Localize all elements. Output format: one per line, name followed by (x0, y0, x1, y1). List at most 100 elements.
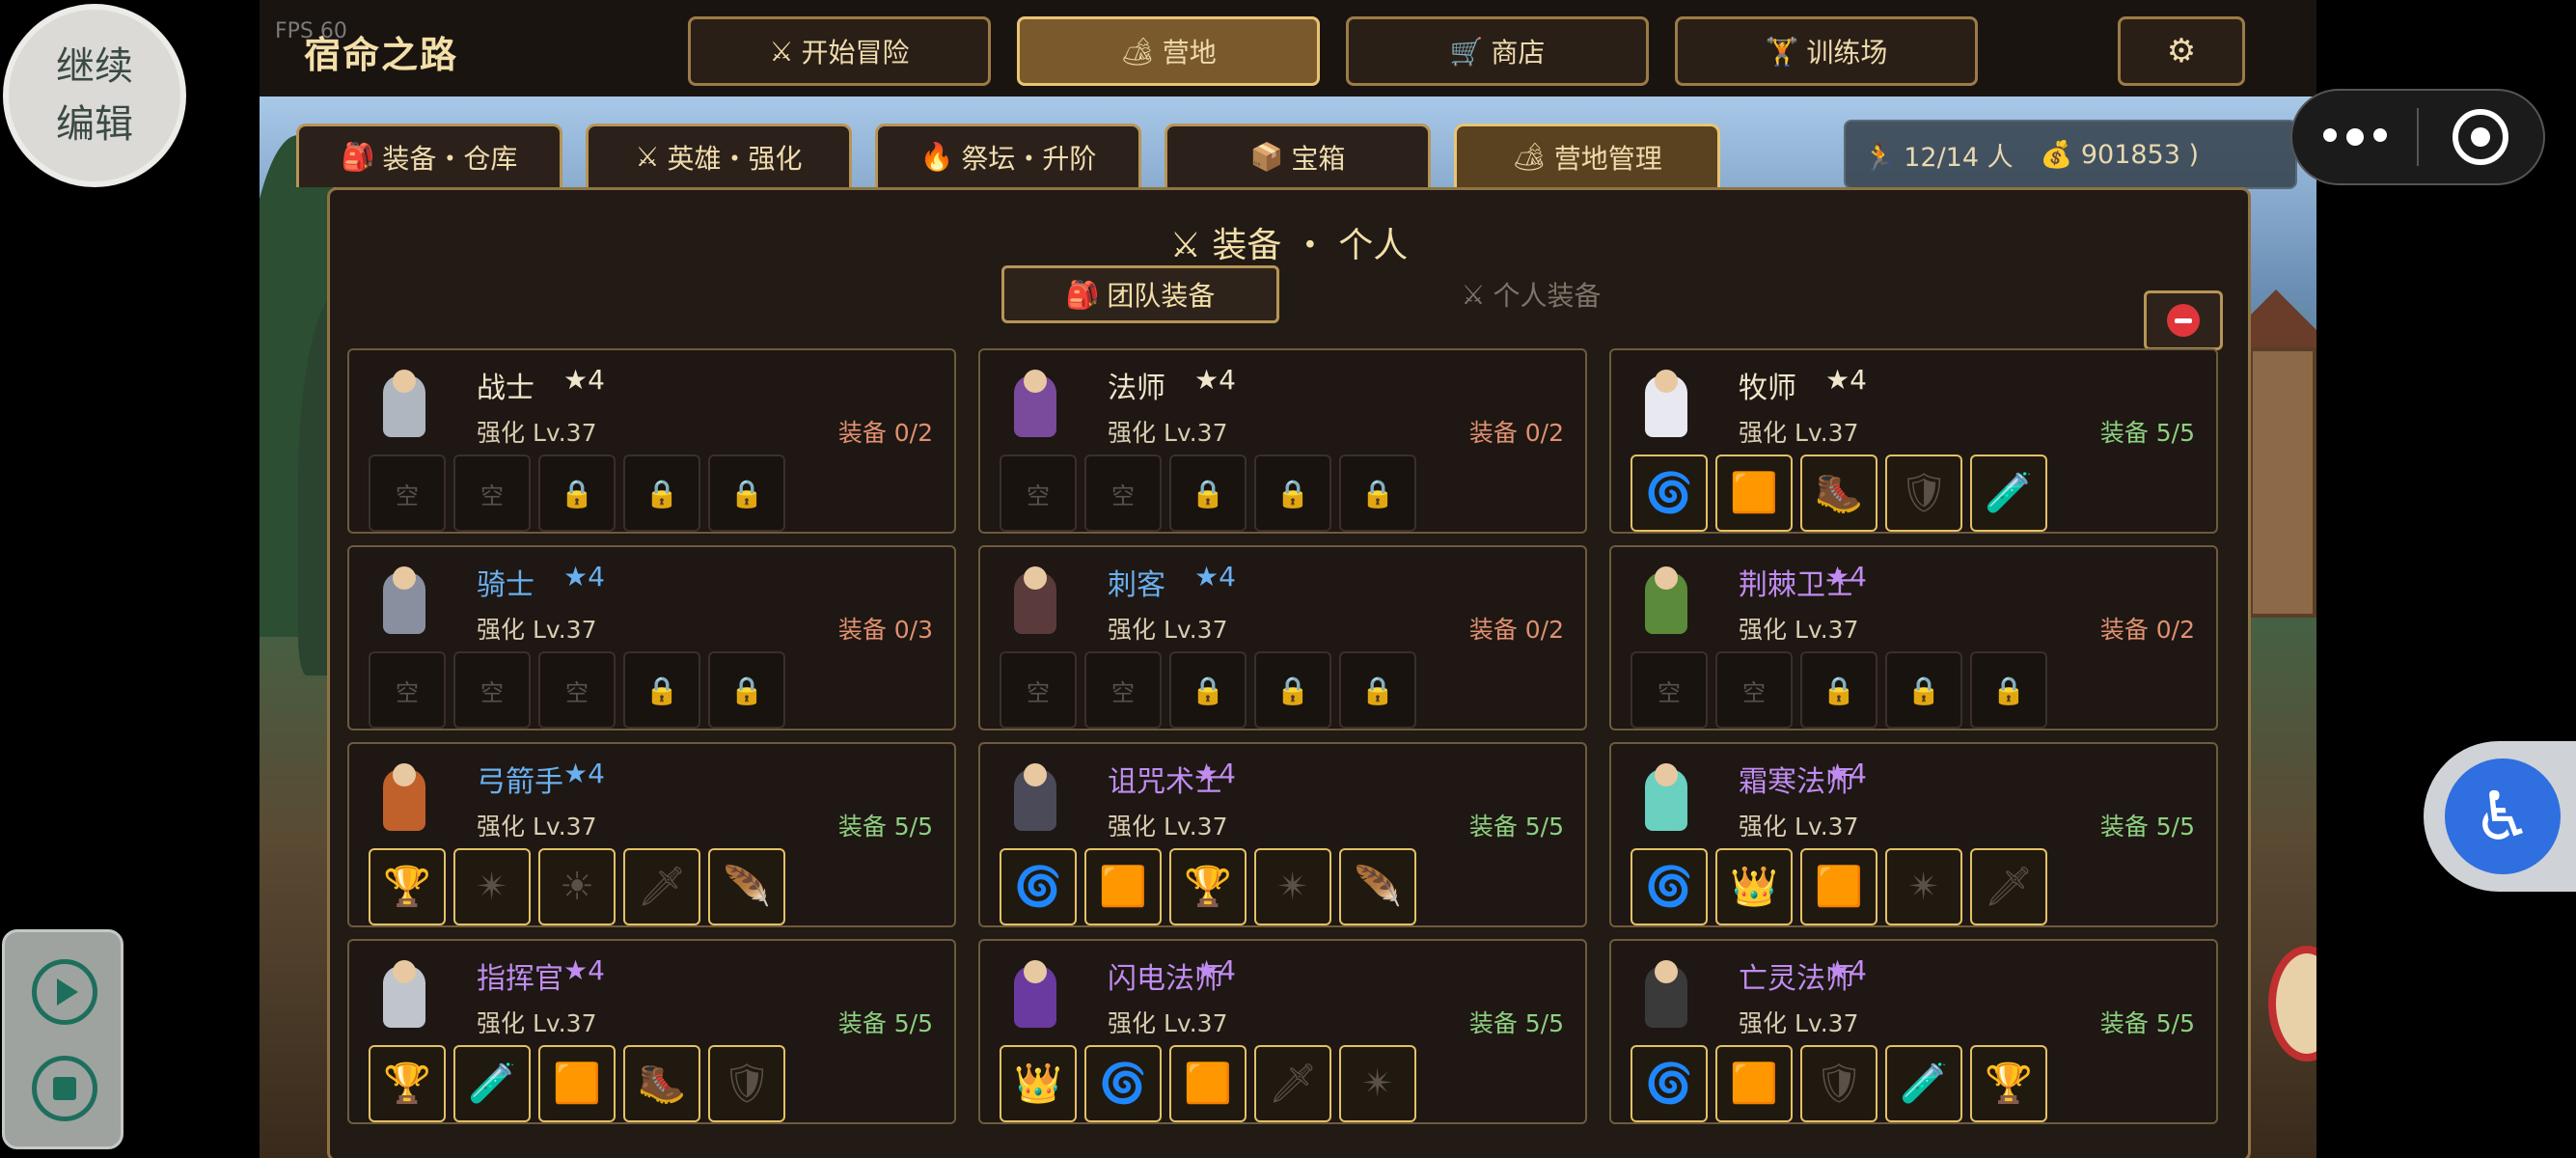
equipped-item-slot[interactable]: 🌀 (1631, 1045, 1708, 1122)
empty-slot[interactable]: 空 (1715, 651, 1793, 729)
equipped-item-slot[interactable]: 🌀 (1000, 848, 1077, 925)
item-icon: 🟧 (1815, 865, 1863, 909)
hero-star-rank: ★4 (1194, 364, 1236, 396)
equipped-item-slot[interactable]: 🪶 (1339, 848, 1416, 925)
hero-card[interactable]: 刺客 ★4 强化 Lv.37 装备 0/2 空 空 🔒 🔒 🔒 (978, 545, 1587, 731)
locked-slot: 🔒 (538, 455, 616, 532)
hero-card[interactable]: 亡灵法师 ★4 强化 Lv.37 装备 5/5 🌀 🟧 🛡 🧪 🏆 (1609, 939, 2218, 1124)
equipped-item-slot[interactable]: 🛡 (1800, 1045, 1877, 1122)
empty-slot[interactable]: 空 (1000, 455, 1077, 532)
slot-empty-label: 空 (1658, 678, 1681, 706)
equipped-item-slot[interactable]: 🏆 (369, 1045, 446, 1122)
stop-button[interactable] (32, 1056, 97, 1121)
hero-card[interactable]: 弓箭手 ★4 强化 Lv.37 装备 5/5 🏆 ✴ ☀ 🗡 🪶 (347, 742, 956, 927)
play-button[interactable] (32, 959, 97, 1025)
equipped-item-slot[interactable]: 🗡 (1254, 1045, 1331, 1122)
tab-personal-equipment[interactable]: ⚔ 个人装备 (1411, 265, 1652, 323)
exit-button[interactable] (2419, 109, 2543, 165)
empty-slot[interactable]: 空 (369, 651, 446, 729)
hero-card[interactable]: 荆棘卫士 ★4 强化 Lv.37 装备 0/2 空空 🔒 🔒 🔒 (1609, 545, 2218, 731)
nav-start-adventure-button[interactable]: ⚔ 开始冒险 (688, 16, 991, 86)
hero-name: 骑士 (477, 568, 534, 602)
hero-card[interactable]: 牧师 ★4 强化 Lv.37 装备 5/5 🌀 🟧 🥾 🛡 🧪 (1609, 348, 2218, 534)
equipped-item-slot[interactable]: 🏆 (1169, 848, 1247, 925)
equipped-item-slot[interactable]: 👑 (1000, 1045, 1077, 1122)
lock-icon: 🔒 (1275, 674, 1310, 706)
equipped-item-slot[interactable]: 🌀 (1084, 1045, 1162, 1122)
tab-camp-management[interactable]: 🏕 营地管理 (1454, 124, 1720, 187)
tab-team-equipment[interactable]: 🎒 团队装备 (1001, 265, 1279, 323)
equipped-item-slot[interactable]: 🏆 (369, 848, 446, 925)
equipped-item-slot[interactable]: ✴ (1254, 848, 1331, 925)
item-icon: 🌀 (1645, 1062, 1693, 1106)
hero-card[interactable]: 指挥官 ★4 强化 Lv.37 装备 5/5 🏆 🧪 🟧 🥾 🛡 (347, 939, 956, 1124)
equipped-item-slot[interactable]: 🛡 (708, 1045, 785, 1122)
equipped-item-slot[interactable]: 🌀 (1631, 455, 1708, 532)
equipped-item-slot[interactable]: 🟧 (538, 1045, 616, 1122)
equipped-item-slot[interactable]: 🏆 (1970, 1045, 2047, 1122)
equipped-item-slot[interactable]: 🟧 (1169, 1045, 1247, 1122)
equipped-item-slot[interactable]: 🟧 (1800, 848, 1877, 925)
equipped-item-slot[interactable]: 🧪 (1885, 1045, 1962, 1122)
equipped-item-slot[interactable]: 👑 (1715, 848, 1793, 925)
hero-star-rank: ★4 (563, 364, 605, 396)
equipped-item-slot[interactable]: ☀ (538, 848, 616, 925)
empty-slot[interactable]: 空 (369, 455, 446, 532)
equipped-item-slot[interactable]: ✴ (1885, 848, 1962, 925)
empty-slot[interactable]: 空 (1631, 651, 1708, 729)
nav-training-button[interactable]: 🏋 训练场 (1675, 16, 1978, 86)
equipped-item-slot[interactable]: 🧪 (1970, 455, 2047, 532)
equipped-item-slot[interactable]: 🥾 (1800, 455, 1877, 532)
item-icon: ✴ (1907, 865, 1940, 909)
more-options-button[interactable] (2292, 128, 2417, 146)
nav-shop-button[interactable]: 🛒 商店 (1346, 16, 1649, 86)
tab-treasure-chest[interactable]: 📦 宝箱 (1165, 124, 1431, 187)
hero-portrait (1629, 954, 1704, 1039)
equipped-item-slot[interactable]: 🟧 (1715, 455, 1793, 532)
empty-slot[interactable]: 空 (538, 651, 616, 729)
locked-slot: 🔒 (1339, 455, 1416, 532)
item-icon: 🏆 (1985, 1062, 2033, 1106)
close-button[interactable] (2144, 290, 2223, 350)
hero-card[interactable]: 骑士 ★4 强化 Lv.37 装备 0/3 空 空 空 🔒 🔒 (347, 545, 956, 731)
empty-slot[interactable]: 空 (1084, 455, 1162, 532)
item-icon: 🟧 (1730, 1062, 1778, 1106)
hero-portrait (367, 364, 442, 449)
hero-card[interactable]: 战士 ★4 强化 Lv.37 装备 0/2 空 空 🔒 🔒 🔒 (347, 348, 956, 534)
equipped-item-slot[interactable]: 🟧 (1084, 848, 1162, 925)
item-icon: 🧪 (468, 1062, 516, 1106)
hero-level: 强化 Lv.37 (477, 616, 597, 644)
equipped-item-slot[interactable]: ✴ (1339, 1045, 1416, 1122)
equipped-item-slot[interactable]: 🗡 (1970, 848, 2047, 925)
equipped-item-slot[interactable]: 🥾 (623, 1045, 700, 1122)
equipment-slots: 🏆 🧪 🟧 🥾 🛡 (369, 1045, 785, 1122)
accessibility-button[interactable]: ♿ (2424, 741, 2576, 892)
equipped-item-slot[interactable]: 🗡 (623, 848, 700, 925)
empty-slot[interactable]: 空 (453, 651, 531, 729)
empty-slot[interactable]: 空 (453, 455, 531, 532)
equipped-item-slot[interactable]: 🧪 (453, 1045, 531, 1122)
hero-card[interactable]: 霜寒法师 ★4 强化 Lv.37 装备 5/5 🌀 👑 🟧 ✴ 🗡 (1609, 742, 2218, 927)
equipped-item-slot[interactable]: 🟧 (1715, 1045, 1793, 1122)
hero-card[interactable]: 法师 ★4 强化 Lv.37 装备 0/2 空 空 🔒 🔒 🔒 (978, 348, 1587, 534)
equipped-item-slot[interactable]: 🛡 (1885, 455, 1962, 532)
hero-card[interactable]: 诅咒术士 ★4 强化 Lv.37 装备 5/5 🌀 🟧 🏆 ✴ 🪶 (978, 742, 1587, 927)
equipped-item-slot[interactable]: 🌀 (1631, 848, 1708, 925)
continue-edit-button[interactable]: 继续 编辑 (3, 4, 186, 187)
lock-icon: 🔒 (560, 477, 594, 510)
tab-hero-upgrade[interactable]: ⚔ 英雄・强化 (586, 124, 852, 187)
lock-icon: 🔒 (729, 674, 764, 706)
hero-card[interactable]: 闪电法师 ★4 强化 Lv.37 装备 5/5 👑 🌀 🟧 🗡 ✴ (978, 939, 1587, 1124)
sword-icon: ⚔ (635, 141, 660, 173)
equipped-item-slot[interactable]: ✴ (453, 848, 531, 925)
empty-slot[interactable]: 空 (1000, 651, 1077, 729)
tab-label: 营地管理 (1553, 142, 1662, 175)
tab-equipment-storage[interactable]: 🎒 装备・仓库 (296, 124, 562, 187)
hero-level: 强化 Lv.37 (1739, 1009, 1859, 1037)
empty-slot[interactable]: 空 (1084, 651, 1162, 729)
resource-bar: 🏃 12/14 人 💰 901853 ) (1844, 120, 2297, 189)
tab-altar-ascend[interactable]: 🔥 祭坛・升阶 (875, 124, 1141, 187)
settings-button[interactable]: ⚙ (2118, 16, 2245, 86)
equipped-item-slot[interactable]: 🪶 (708, 848, 785, 925)
nav-camp-button[interactable]: 🏕 营地 (1017, 16, 1320, 86)
